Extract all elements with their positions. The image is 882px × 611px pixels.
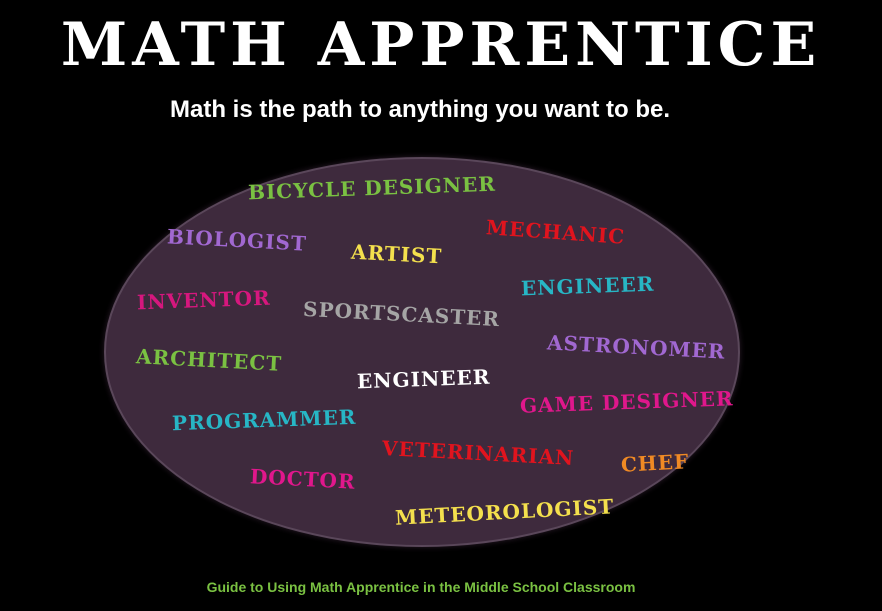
career-artist: ARTIST — [350, 239, 443, 269]
tagline: Math is the path to anything you want to… — [170, 96, 670, 123]
career-inventor: INVENTOR — [136, 285, 271, 315]
career-engineer-white: ENGINEER — [356, 364, 491, 394]
career-engineer-teal: ENGINEER — [520, 271, 655, 301]
footer-caption: Guide to Using Math Apprentice in the Mi… — [206, 579, 636, 595]
page-title: MATH APPRENTICE — [60, 10, 822, 80]
career-chef: CHEF — [620, 449, 690, 477]
